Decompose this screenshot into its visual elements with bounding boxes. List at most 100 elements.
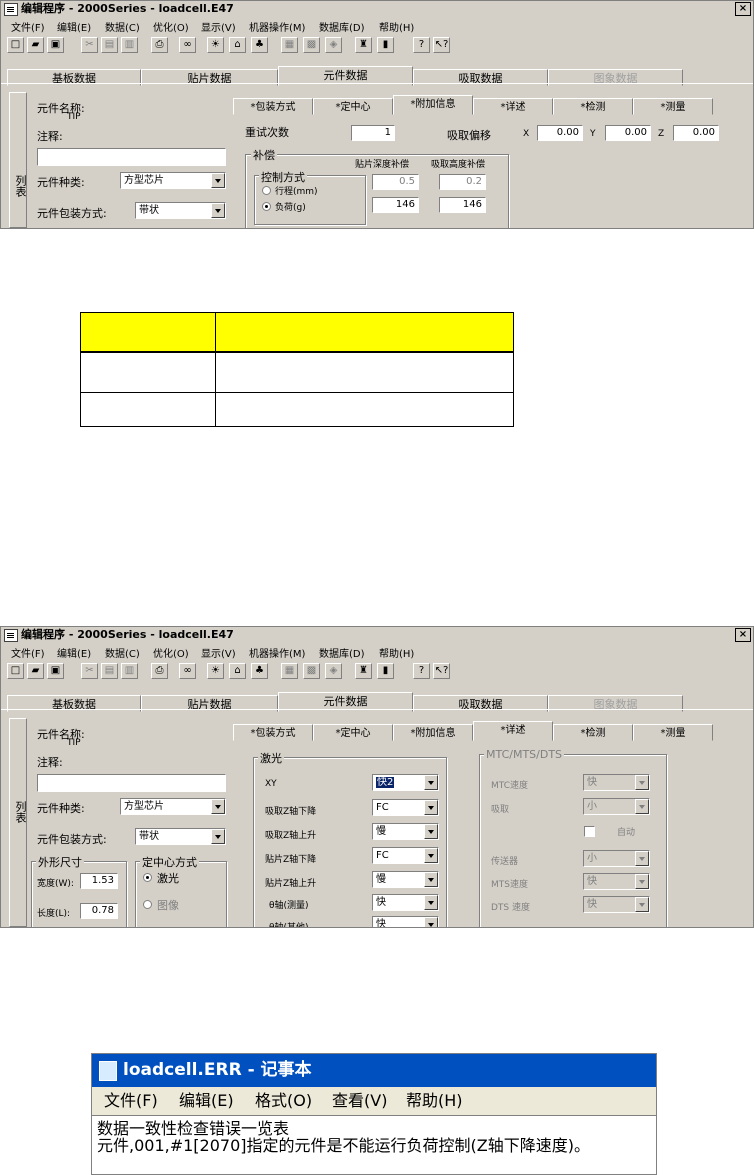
machine-icon[interactable]: ⌂ (229, 37, 246, 53)
image-radio[interactable] (143, 900, 152, 909)
menu-file[interactable]: 文件(F) (11, 645, 45, 660)
bulb-icon[interactable]: ☀ (207, 37, 224, 53)
y-offset-input[interactable]: 0.00 (605, 125, 651, 141)
menu-data[interactable]: 数据(C) (105, 19, 140, 34)
subtab-extra[interactable]: *附加信息 (393, 95, 473, 115)
np-menu-file[interactable]: 文件(F) (104, 1087, 158, 1115)
mount-z-down-select[interactable]: FC (372, 847, 439, 864)
menu-edit[interactable]: 编辑(E) (57, 19, 91, 34)
binoculars-icon[interactable]: ∞ (179, 663, 196, 679)
np-menu-edit[interactable]: 编辑(E) (179, 1087, 234, 1115)
cut-icon[interactable]: ✂ (81, 663, 98, 679)
split-icon[interactable]: ▮ (377, 663, 394, 679)
help-icon[interactable]: ? (413, 663, 430, 679)
laser-radio[interactable] (143, 873, 152, 882)
parts-icon[interactable]: ♣ (251, 663, 268, 679)
grid2-icon[interactable]: ▩ (303, 37, 320, 53)
stroke-radio[interactable] (262, 186, 271, 195)
subtab-detail[interactable]: *详述 (473, 721, 553, 741)
copy-icon[interactable]: ▤ (101, 37, 118, 53)
paste-icon[interactable]: ▥ (121, 37, 138, 53)
conveyor-select[interactable]: 小 (583, 850, 650, 867)
subtab-extra[interactable]: *附加信息 (393, 724, 473, 741)
mts-speed-select[interactable]: 快 (583, 873, 650, 890)
pick-z-down-select[interactable]: FC (372, 799, 439, 816)
theta-measure-select[interactable]: 快 (372, 894, 439, 911)
grid-icon[interactable]: ▦ (281, 663, 298, 679)
subtab-centering[interactable]: *定中心 (313, 724, 393, 741)
parts-icon[interactable]: ♣ (251, 37, 268, 53)
width-input[interactable]: 1.53 (80, 873, 118, 889)
paste-icon[interactable]: ▥ (121, 663, 138, 679)
subtab-centering[interactable]: *定中心 (313, 98, 393, 115)
menu-view[interactable]: 显示(V) (201, 645, 236, 660)
close-button[interactable]: × (735, 2, 751, 16)
menu-help[interactable]: 帮助(H) (379, 645, 414, 660)
load-mount-input[interactable]: 146 (372, 197, 419, 213)
context-help-icon[interactable]: ↖? (433, 37, 450, 53)
auto-checkbox[interactable] (584, 826, 595, 837)
highlight-icon[interactable]: ♜ (355, 663, 372, 679)
load-pick-input[interactable]: 146 (439, 197, 486, 213)
subtab-inspect[interactable]: *检测 (553, 724, 633, 741)
grid-icon[interactable]: ▦ (281, 37, 298, 53)
open-icon[interactable]: ▰ (27, 663, 44, 679)
length-input[interactable]: 0.78 (80, 903, 118, 919)
subtab-detail[interactable]: *详述 (473, 98, 553, 115)
package-select[interactable]: 带状 (135, 828, 226, 845)
x-offset-input[interactable]: 0.00 (537, 125, 583, 141)
menu-database[interactable]: 数据库(D) (319, 19, 365, 34)
split-icon[interactable]: ▮ (377, 37, 394, 53)
np-menu-format[interactable]: 格式(O) (255, 1087, 312, 1115)
close-button[interactable]: × (735, 628, 751, 642)
save-icon[interactable]: ▣ (47, 37, 64, 53)
box-icon[interactable]: ◈ (325, 663, 342, 679)
machine-icon[interactable]: ⌂ (229, 663, 246, 679)
part-type-select[interactable]: 方型芯片 (120, 172, 226, 189)
subtab-measure[interactable]: *测量 (633, 98, 713, 115)
print-icon[interactable]: ⎙ (151, 663, 168, 679)
subtab-package[interactable]: *包装方式 (233, 724, 313, 741)
package-select[interactable]: 带状 (135, 202, 226, 219)
dts-speed-select[interactable]: 快 (583, 896, 650, 913)
open-icon[interactable]: ▰ (27, 37, 44, 53)
load-radio[interactable] (262, 202, 271, 211)
box-icon[interactable]: ◈ (325, 37, 342, 53)
mount-z-up-select[interactable]: 慢 (372, 871, 439, 888)
notepad-text-area[interactable]: 数据一致性检查错误一览表 元件,001,#1[2070]指定的元件是不能运行负荷… (92, 1115, 656, 1174)
menu-file[interactable]: 文件(F) (11, 19, 45, 34)
stroke-pick-input[interactable]: 0.2 (439, 174, 486, 190)
binoculars-icon[interactable]: ∞ (179, 37, 196, 53)
stroke-mount-input[interactable]: 0.5 (372, 174, 419, 190)
comment-input[interactable] (37, 774, 226, 792)
grid2-icon[interactable]: ▩ (303, 663, 320, 679)
subtab-inspect[interactable]: *检测 (553, 98, 633, 115)
part-type-select[interactable]: 方型芯片 (120, 798, 226, 815)
z-offset-input[interactable]: 0.00 (673, 125, 719, 141)
bulb-icon[interactable]: ☀ (207, 663, 224, 679)
menu-edit[interactable]: 编辑(E) (57, 645, 91, 660)
cut-icon[interactable]: ✂ (81, 37, 98, 53)
menu-machine[interactable]: 机器操作(M) (249, 645, 305, 660)
copy-icon[interactable]: ▤ (101, 663, 118, 679)
np-menu-view[interactable]: 查看(V) (332, 1087, 387, 1115)
menu-database[interactable]: 数据库(D) (319, 645, 365, 660)
mtc-pick-select[interactable]: 小 (583, 798, 650, 815)
menu-optimize[interactable]: 优化(O) (153, 19, 189, 34)
menu-view[interactable]: 显示(V) (201, 19, 236, 34)
retry-input[interactable]: 1 (351, 125, 395, 141)
menu-optimize[interactable]: 优化(O) (153, 645, 189, 660)
xy-speed-select[interactable]: 快2 (372, 774, 439, 791)
menu-help[interactable]: 帮助(H) (379, 19, 414, 34)
new-icon[interactable]: □ (7, 37, 24, 53)
subtab-package[interactable]: *包装方式 (233, 98, 313, 115)
help-icon[interactable]: ? (413, 37, 430, 53)
print-icon[interactable]: ⎙ (151, 37, 168, 53)
menu-machine[interactable]: 机器操作(M) (249, 19, 305, 34)
theta-other-select[interactable]: 快 (372, 916, 439, 927)
context-help-icon[interactable]: ↖? (433, 663, 450, 679)
subtab-measure[interactable]: *测量 (633, 724, 713, 741)
list-side-tab[interactable]: 列表 (9, 718, 27, 927)
highlight-icon[interactable]: ♜ (355, 37, 372, 53)
save-icon[interactable]: ▣ (47, 663, 64, 679)
